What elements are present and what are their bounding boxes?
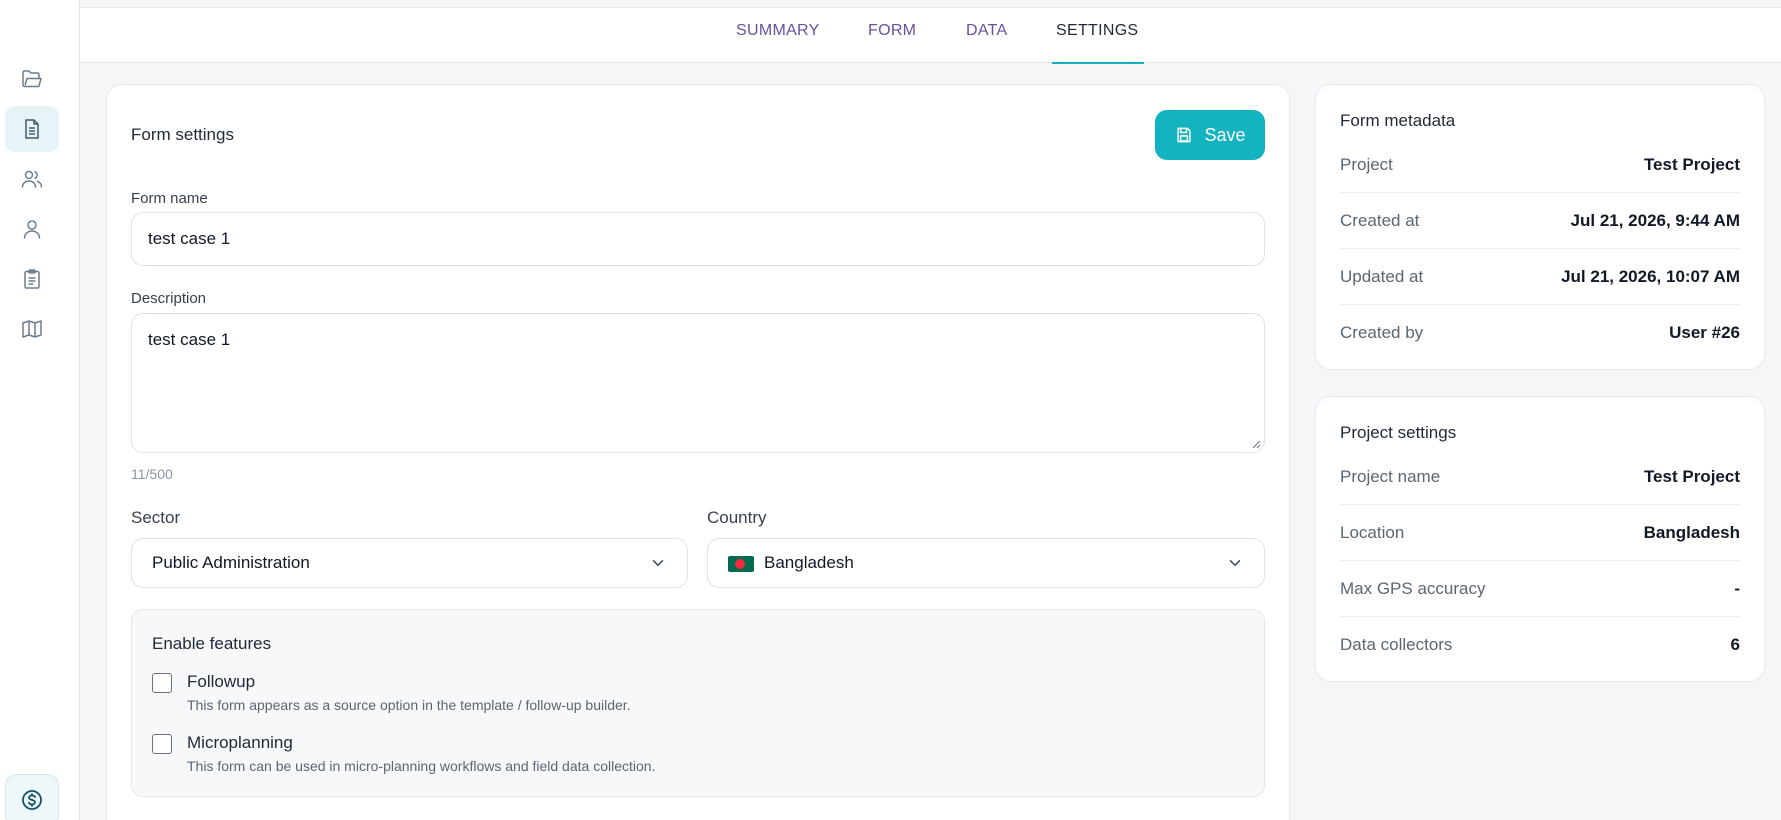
sidebar-item-billing[interactable] xyxy=(5,774,59,820)
sidebar xyxy=(0,0,80,820)
enable-features-title: Enable features xyxy=(152,634,272,653)
tab-form[interactable]: FORM xyxy=(868,22,916,64)
clipboard-icon xyxy=(24,269,40,289)
metadata-value: User #26 xyxy=(1669,323,1740,342)
form-name-label: Form name xyxy=(131,190,208,207)
resize-grip-icon[interactable] xyxy=(1251,439,1261,449)
sidebar-item-tasks[interactable] xyxy=(5,256,59,302)
country-select[interactable]: Bangladesh xyxy=(707,538,1265,588)
description-textarea[interactable]: test case 1 xyxy=(131,313,1265,453)
country-label: Country xyxy=(707,508,767,527)
metadata-key: Created by xyxy=(1340,323,1424,342)
followup-label: Followup xyxy=(187,672,256,691)
folder-icon xyxy=(22,70,42,88)
sidebar-item-forms[interactable] xyxy=(5,106,59,152)
tab-bar: SUMMARY FORM DATA SETTINGS xyxy=(80,7,1781,64)
project-value: Bangladesh xyxy=(1643,522,1740,542)
project-value: Test Project xyxy=(1643,466,1740,486)
followup-checkbox[interactable] xyxy=(152,673,172,693)
form-name-input[interactable]: test case 1 xyxy=(131,212,1265,266)
country-value: Bangladesh xyxy=(764,553,854,572)
metadata-key: Updated at xyxy=(1340,266,1424,286)
sidebar-item-projects[interactable] xyxy=(5,56,59,102)
form-metadata-title: Form metadata xyxy=(1340,111,1456,130)
sidebar-item-map[interactable] xyxy=(5,306,59,352)
project-settings-card: Project settings Project name Test Proje… xyxy=(1315,396,1765,682)
microplanning-checkbox[interactable] xyxy=(152,734,172,754)
form-metadata-card: Form metadata Project Test Project Creat… xyxy=(1315,84,1765,370)
project-value: 6 xyxy=(1730,635,1740,654)
country-option: Bangladesh xyxy=(728,553,854,573)
followup-description: This form appears as a source option in … xyxy=(187,697,631,713)
metadata-row: Created by User #26 xyxy=(1340,305,1740,361)
form-settings-title: Form settings xyxy=(131,125,234,144)
metadata-row: Project Test Project xyxy=(1340,137,1740,193)
save-button-label: Save xyxy=(1204,124,1246,145)
sidebar-item-teams[interactable] xyxy=(5,156,59,202)
map-icon xyxy=(22,320,42,338)
project-row: Max GPS accuracy - xyxy=(1340,561,1740,617)
tab-summary[interactable]: SUMMARY xyxy=(736,22,820,64)
sector-select[interactable]: Public Administration xyxy=(131,538,688,588)
description-counter: 11/500 xyxy=(131,466,173,482)
metadata-value: Jul 21, 2026, 9:44 AM xyxy=(1570,210,1740,230)
project-key: Data collectors xyxy=(1340,635,1453,654)
project-row: Location Bangladesh xyxy=(1340,505,1740,561)
project-row: Project name Test Project xyxy=(1340,449,1740,505)
tab-settings[interactable]: SETTINGS xyxy=(1051,22,1145,64)
enable-features-panel: Enable features Followup This form appea… xyxy=(131,609,1265,797)
description-text: test case 1 xyxy=(148,330,231,349)
chevron-down-icon xyxy=(1229,560,1241,567)
project-value: - xyxy=(1734,578,1740,598)
project-key: Max GPS accuracy xyxy=(1340,578,1486,598)
save-icon xyxy=(1177,127,1192,143)
metadata-key: Created at xyxy=(1340,210,1420,230)
sector-value: Public Administration xyxy=(152,553,310,572)
bangladesh-flag-icon xyxy=(728,555,754,572)
metadata-value: Jul 21, 2026, 10:07 AM xyxy=(1561,266,1740,286)
dollar-icon xyxy=(22,790,42,810)
metadata-row: Updated at Jul 21, 2026, 10:07 AM xyxy=(1340,249,1740,305)
user-icon xyxy=(23,220,41,239)
metadata-row: Created at Jul 21, 2026, 9:44 AM xyxy=(1340,193,1740,249)
project-row: Data collectors 6 xyxy=(1340,617,1740,673)
description-label: Description xyxy=(131,290,207,307)
document-icon xyxy=(25,119,39,139)
metadata-value: Test Project xyxy=(1643,154,1740,174)
form-settings-card: Form settings Save Form name test case 1… xyxy=(106,84,1290,820)
save-button[interactable]: Save xyxy=(1155,110,1265,160)
project-settings-title: Project settings xyxy=(1340,423,1457,442)
sidebar-item-users[interactable] xyxy=(5,206,59,252)
users-icon xyxy=(21,170,43,188)
metadata-key: Project xyxy=(1340,154,1393,174)
project-key: Location xyxy=(1340,522,1405,542)
chevron-down-icon xyxy=(652,560,664,567)
sector-label: Sector xyxy=(131,508,181,527)
microplanning-description: This form can be used in micro-planning … xyxy=(187,758,656,774)
tab-data[interactable]: DATA xyxy=(966,22,1008,64)
project-key: Project name xyxy=(1340,466,1441,486)
microplanning-label: Microplanning xyxy=(187,733,293,752)
